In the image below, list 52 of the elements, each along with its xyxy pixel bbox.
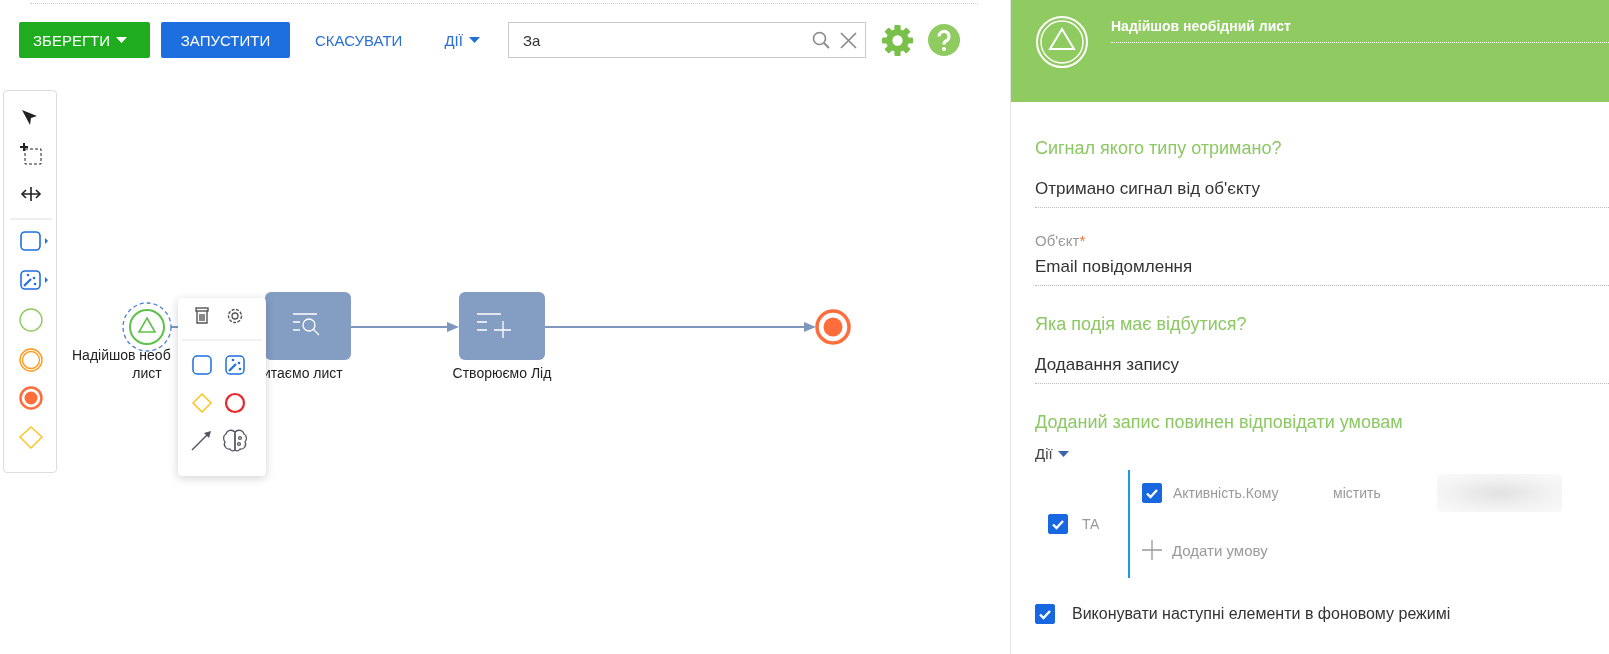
checkbox[interactable]: [1142, 483, 1162, 503]
caret-icon: [1057, 450, 1069, 457]
run-button[interactable]: ЗАПУСТИТИ: [161, 22, 290, 58]
read-task[interactable]: [265, 292, 351, 360]
search-icon[interactable]: [811, 31, 830, 49]
section-heading: Доданий запис повинен відповідати умовам: [1035, 412, 1404, 433]
caret-icon: [468, 37, 480, 43]
script-task-icon[interactable]: [225, 355, 245, 375]
end-event-icon[interactable]: [224, 392, 246, 414]
node-label: лист: [132, 365, 162, 381]
caret-icon: [116, 37, 127, 43]
pointer-icon[interactable]: [22, 110, 37, 125]
end-event-icon[interactable]: [19, 386, 43, 410]
node-label: Створюємо Лід: [452, 365, 552, 381]
node-label: Надійшов необ: [72, 347, 171, 363]
marquee-select-icon[interactable]: [19, 142, 42, 165]
cancel-link[interactable]: СКАСУВАТИ: [301, 22, 417, 58]
create-task[interactable]: [459, 292, 545, 360]
checkbox[interactable]: [1035, 604, 1055, 624]
condition-column[interactable]: Активність.Кому: [1173, 485, 1322, 501]
settings-icon[interactable]: [227, 308, 243, 324]
connector-icon[interactable]: [191, 431, 211, 451]
search-field[interactable]: За: [507, 22, 866, 58]
field-label: Об'єкт: [1035, 232, 1080, 249]
brain-icon[interactable]: [222, 429, 248, 452]
end-event[interactable]: [815, 309, 851, 345]
save-button[interactable]: ЗБЕРЕГТИ: [19, 22, 150, 58]
add-condition-button[interactable]: Додати умову: [1142, 540, 1562, 560]
field-value[interactable]: Email повідомлення: [1035, 257, 1609, 286]
checkbox[interactable]: [1048, 514, 1068, 534]
plus-icon: [1142, 540, 1162, 560]
field-value[interactable]: Отримано сигнал від об'єкту: [1035, 179, 1609, 208]
actions-menu[interactable]: ДІЇ: [430, 22, 494, 58]
checkbox-label: Виконувати наступні елементи в фоновому режимі: [1072, 605, 1451, 623]
required-mark: *: [1079, 232, 1086, 249]
signal-event-icon: [1035, 15, 1089, 69]
script-task-icon[interactable]: [20, 270, 48, 290]
clear-icon[interactable]: [839, 31, 857, 49]
field-value[interactable]: Додавання запису: [1035, 355, 1609, 384]
start-event-icon[interactable]: [19, 308, 43, 332]
move-icon[interactable]: [20, 186, 42, 202]
connector-arrow[interactable]: [544, 322, 816, 332]
delete-icon[interactable]: [195, 307, 209, 324]
section-heading: Яка подія має відбутися?: [1035, 314, 1248, 335]
task-icon[interactable]: [20, 231, 48, 251]
intermediate-event-icon[interactable]: [19, 348, 43, 372]
connector-arrow[interactable]: [350, 322, 459, 332]
task-icon[interactable]: [192, 355, 212, 375]
condition-comparison[interactable]: містить: [1333, 485, 1381, 501]
actions-menu[interactable]: Дії: [1035, 445, 1069, 462]
group-operator[interactable]: ТА: [1082, 516, 1100, 532]
section-heading: Сигнал якого типу отримано?: [1035, 138, 1283, 159]
